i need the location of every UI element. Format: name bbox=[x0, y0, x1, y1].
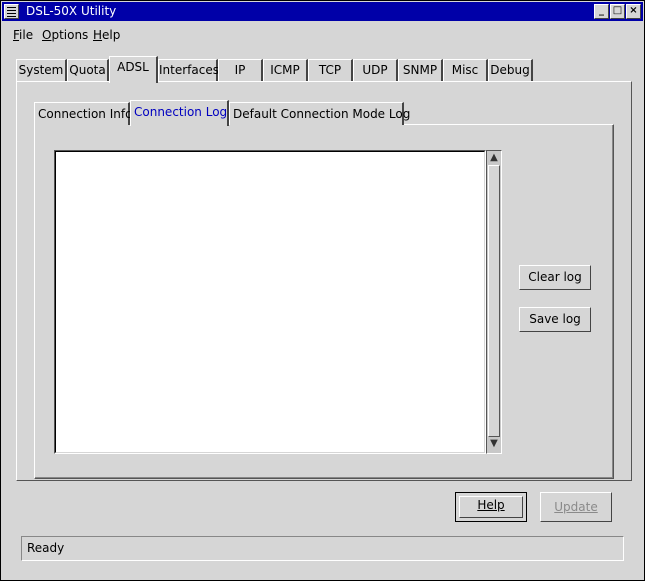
menu-file[interactable]: File bbox=[13, 26, 33, 44]
tab-interfaces[interactable]: Interfaces bbox=[158, 59, 219, 82]
tab-default-connection-mode-log[interactable]: Default Connection Mode Log bbox=[229, 102, 410, 125]
title-bar[interactable]: DSL-50X Utility _ □ × bbox=[2, 2, 643, 21]
connection-log-textarea[interactable] bbox=[54, 150, 486, 454]
maximize-icon: □ bbox=[612, 5, 623, 16]
log-content bbox=[55, 151, 485, 453]
update-button[interactable]: Update bbox=[540, 492, 612, 522]
maximize-button[interactable]: □ bbox=[610, 4, 625, 19]
clear-log-button[interactable]: Clear log bbox=[519, 265, 591, 290]
log-vertical-scrollbar[interactable]: ▲ ▼ bbox=[486, 150, 502, 454]
app-window: DSL-50X Utility _ □ × File Options Help … bbox=[0, 0, 645, 581]
scroll-up-icon[interactable]: ▲ bbox=[488, 152, 500, 165]
tab-misc[interactable]: Misc bbox=[443, 59, 488, 82]
window-title: DSL-50X Utility bbox=[26, 4, 117, 18]
menu-options[interactable]: Options bbox=[42, 26, 88, 44]
tab-quota[interactable]: Quota bbox=[67, 59, 109, 82]
minimize-icon: _ bbox=[599, 5, 604, 16]
close-button[interactable]: × bbox=[626, 4, 641, 19]
tab-tcp[interactable]: TCP bbox=[308, 59, 353, 82]
tab-connection-info[interactable]: Connection Info bbox=[34, 102, 132, 125]
tab-connection-log[interactable]: Connection Log bbox=[130, 100, 229, 126]
menu-help[interactable]: Help bbox=[93, 26, 120, 44]
tab-debug[interactable]: Debug bbox=[488, 59, 533, 82]
minimize-button[interactable]: _ bbox=[594, 4, 609, 19]
help-button-label: Help bbox=[477, 498, 505, 512]
tab-system[interactable]: System bbox=[16, 59, 67, 82]
tab-udp[interactable]: UDP bbox=[353, 59, 398, 82]
scroll-down-icon[interactable]: ▼ bbox=[488, 438, 500, 451]
update-button-label: Update bbox=[554, 500, 598, 514]
close-icon: × bbox=[629, 5, 638, 16]
scroll-thumb[interactable] bbox=[488, 165, 500, 437]
tab-adsl[interactable]: ADSL bbox=[109, 56, 158, 83]
tab-snmp[interactable]: SNMP bbox=[398, 59, 443, 82]
status-bar: Ready bbox=[21, 536, 624, 561]
help-button[interactable]: Help bbox=[455, 492, 527, 522]
status-text: Ready bbox=[27, 541, 65, 555]
save-log-button[interactable]: Save log bbox=[519, 307, 591, 332]
window-menu-icon[interactable] bbox=[4, 4, 19, 19]
tab-ip[interactable]: IP bbox=[218, 59, 263, 82]
tab-icmp[interactable]: ICMP bbox=[263, 59, 308, 82]
